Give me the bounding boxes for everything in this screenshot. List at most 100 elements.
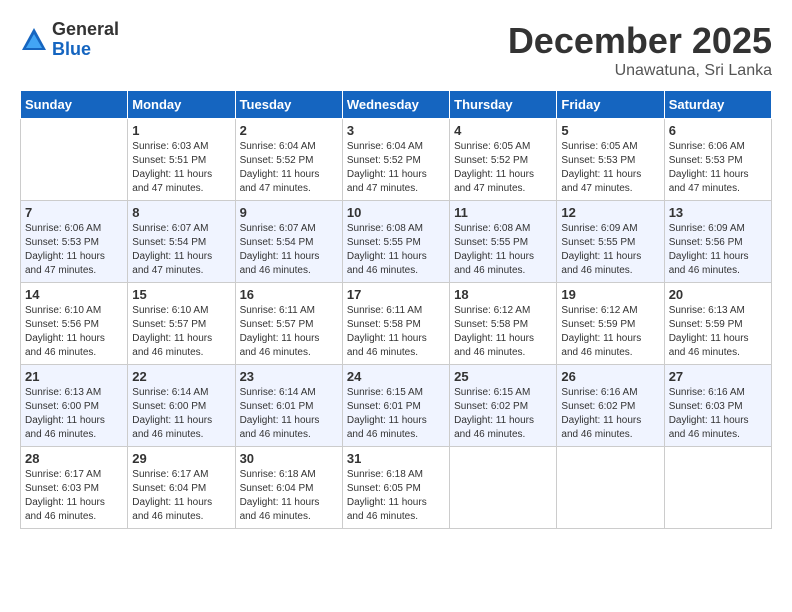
calendar-cell: 22Sunrise: 6:14 AMSunset: 6:00 PMDayligh…	[128, 365, 235, 447]
calendar-cell: 26 Sunrise: 6:16 AMSunset: 6:02 PMDayligh…	[557, 365, 664, 447]
calendar-cell: 16Sunrise: 6:11 AMSunset: 5:57 PMDayligh…	[235, 283, 342, 365]
calendar-cell: 19Sunrise: 6:12 AMSunset: 5:59 PMDayligh…	[557, 283, 664, 365]
day-number: 26	[561, 369, 659, 384]
month-title: December 2025	[508, 20, 772, 62]
calendar-week-row: 1Sunrise: 6:03 AMSunset: 5:51 PMDaylight…	[21, 119, 772, 201]
weekday-header: Monday	[128, 91, 235, 119]
calendar-cell: 4 Sunrise: 6:05 AMSunset: 5:52 PMDaylight…	[450, 119, 557, 201]
calendar-cell: 30 Sunrise: 6:18 AMSunset: 6:04 PMDayligh…	[235, 447, 342, 529]
day-info: Sunrise: 6:09 AMSunset: 5:55 PMDaylight:…	[561, 222, 659, 278]
calendar-cell: 6 Sunrise: 6:06 AMSunset: 5:53 PMDaylight…	[664, 119, 771, 201]
weekday-header: Wednesday	[342, 91, 449, 119]
day-number: 25	[454, 369, 552, 384]
calendar-cell: 12 Sunrise: 6:09 AMSunset: 5:55 PMDayligh…	[557, 201, 664, 283]
day-number: 27	[669, 369, 767, 384]
day-number: 10	[347, 205, 445, 220]
day-number: 17	[347, 287, 445, 302]
day-info: Sunrise: 6:15 AMSunset: 6:01 PMDaylight:…	[347, 386, 445, 442]
day-number: 4	[454, 123, 552, 138]
day-number: 21	[25, 369, 123, 384]
day-number: 24	[347, 369, 445, 384]
day-info: Sunrise: 6:10 AMSunset: 5:56 PMDaylight:…	[25, 304, 123, 360]
calendar-cell: 3 Sunrise: 6:04 AMSunset: 5:52 PMDaylight…	[342, 119, 449, 201]
calendar-cell	[557, 447, 664, 529]
day-number: 19	[561, 287, 659, 302]
calendar-header-row: SundayMondayTuesdayWednesdayThursdayFrid…	[21, 91, 772, 119]
day-info: Sunrise: 6:08 AMSunset: 5:55 PMDaylight:…	[347, 222, 445, 278]
calendar-week-row: 28 Sunrise: 6:17 AMSunset: 6:03 PMDayligh…	[21, 447, 772, 529]
calendar-week-row: 14 Sunrise: 6:10 AMSunset: 5:56 PMDayligh…	[21, 283, 772, 365]
day-info: Sunrise: 6:12 AMSunset: 5:58 PMDaylight:…	[454, 304, 552, 360]
day-info: Sunrise: 6:07 AMSunset: 5:54 PMDaylight:…	[132, 222, 230, 278]
logo-blue-text: Blue	[52, 40, 119, 60]
day-number: 18	[454, 287, 552, 302]
day-info: Sunrise: 6:13 AMSunset: 6:00 PMDaylight:…	[25, 386, 123, 442]
calendar-cell: 15Sunrise: 6:10 AMSunset: 5:57 PMDayligh…	[128, 283, 235, 365]
day-number: 28	[25, 451, 123, 466]
day-info: Sunrise: 6:11 AMSunset: 5:58 PMDaylight:…	[347, 304, 445, 360]
day-info: Sunrise: 6:14 AMSunset: 6:01 PMDaylight:…	[240, 386, 338, 442]
calendar-table: SundayMondayTuesdayWednesdayThursdayFrid…	[20, 90, 772, 529]
day-number: 16	[240, 287, 338, 302]
day-number: 6	[669, 123, 767, 138]
calendar-cell	[664, 447, 771, 529]
logo-text: General Blue	[52, 20, 119, 60]
weekday-header: Tuesday	[235, 91, 342, 119]
day-number: 29	[132, 451, 230, 466]
day-info: Sunrise: 6:04 AMSunset: 5:52 PMDaylight:…	[347, 140, 445, 196]
day-info: Sunrise: 6:14 AMSunset: 6:00 PMDaylight:…	[132, 386, 230, 442]
day-number: 20	[669, 287, 767, 302]
weekday-header: Saturday	[664, 91, 771, 119]
day-info: Sunrise: 6:09 AMSunset: 5:56 PMDaylight:…	[669, 222, 767, 278]
calendar-cell: 5Sunrise: 6:05 AMSunset: 5:53 PMDaylight…	[557, 119, 664, 201]
day-number: 14	[25, 287, 123, 302]
day-number: 8	[132, 205, 230, 220]
calendar-cell: 29 Sunrise: 6:17 AMSunset: 6:04 PMDayligh…	[128, 447, 235, 529]
calendar-cell: 25Sunrise: 6:15 AMSunset: 6:02 PMDayligh…	[450, 365, 557, 447]
title-block: December 2025 Unawatuna, Sri Lanka	[508, 20, 772, 80]
day-number: 13	[669, 205, 767, 220]
day-number: 23	[240, 369, 338, 384]
day-info: Sunrise: 6:18 AMSunset: 6:05 PMDaylight:…	[347, 468, 445, 524]
page-header: General Blue December 2025 Unawatuna, Sr…	[20, 20, 772, 80]
day-number: 9	[240, 205, 338, 220]
logo-general: General	[52, 20, 119, 40]
day-number: 15	[132, 287, 230, 302]
calendar-cell: 9Sunrise: 6:07 AMSunset: 5:54 PMDaylight…	[235, 201, 342, 283]
weekday-header: Thursday	[450, 91, 557, 119]
day-number: 7	[25, 205, 123, 220]
day-info: Sunrise: 6:04 AMSunset: 5:52 PMDaylight:…	[240, 140, 338, 196]
calendar-week-row: 7 Sunrise: 6:06 AMSunset: 5:53 PMDaylight…	[21, 201, 772, 283]
day-info: Sunrise: 6:05 AMSunset: 5:53 PMDaylight:…	[561, 140, 659, 196]
calendar-cell: 11Sunrise: 6:08 AMSunset: 5:55 PMDayligh…	[450, 201, 557, 283]
location: Unawatuna, Sri Lanka	[508, 62, 772, 80]
calendar-cell: 2Sunrise: 6:04 AMSunset: 5:52 PMDaylight…	[235, 119, 342, 201]
logo-icon	[20, 26, 48, 54]
day-info: Sunrise: 6:03 AMSunset: 5:51 PMDaylight:…	[132, 140, 230, 196]
day-number: 11	[454, 205, 552, 220]
day-info: Sunrise: 6:13 AMSunset: 5:59 PMDaylight:…	[669, 304, 767, 360]
day-info: Sunrise: 6:16 AMSunset: 6:02 PMDaylight:…	[561, 386, 659, 442]
day-number: 31	[347, 451, 445, 466]
calendar-cell	[450, 447, 557, 529]
day-info: Sunrise: 6:18 AMSunset: 6:04 PMDaylight:…	[240, 468, 338, 524]
calendar-cell: 20 Sunrise: 6:13 AMSunset: 5:59 PMDayligh…	[664, 283, 771, 365]
day-info: Sunrise: 6:16 AMSunset: 6:03 PMDaylight:…	[669, 386, 767, 442]
calendar-cell: 7 Sunrise: 6:06 AMSunset: 5:53 PMDaylight…	[21, 201, 128, 283]
day-info: Sunrise: 6:17 AMSunset: 6:04 PMDaylight:…	[132, 468, 230, 524]
day-info: Sunrise: 6:17 AMSunset: 6:03 PMDaylight:…	[25, 468, 123, 524]
day-info: Sunrise: 6:05 AMSunset: 5:52 PMDaylight:…	[454, 140, 552, 196]
calendar-cell: 21 Sunrise: 6:13 AMSunset: 6:00 PMDayligh…	[21, 365, 128, 447]
day-number: 12	[561, 205, 659, 220]
day-info: Sunrise: 6:06 AMSunset: 5:53 PMDaylight:…	[25, 222, 123, 278]
day-number: 30	[240, 451, 338, 466]
calendar-cell: 14 Sunrise: 6:10 AMSunset: 5:56 PMDayligh…	[21, 283, 128, 365]
calendar-cell: 10 Sunrise: 6:08 AMSunset: 5:55 PMDayligh…	[342, 201, 449, 283]
logo: General Blue	[20, 20, 119, 60]
day-number: 3	[347, 123, 445, 138]
calendar-cell: 31 Sunrise: 6:18 AMSunset: 6:05 PMDayligh…	[342, 447, 449, 529]
calendar-cell: 18 Sunrise: 6:12 AMSunset: 5:58 PMDayligh…	[450, 283, 557, 365]
calendar-cell: 1Sunrise: 6:03 AMSunset: 5:51 PMDaylight…	[128, 119, 235, 201]
day-info: Sunrise: 6:06 AMSunset: 5:53 PMDaylight:…	[669, 140, 767, 196]
calendar-cell	[21, 119, 128, 201]
